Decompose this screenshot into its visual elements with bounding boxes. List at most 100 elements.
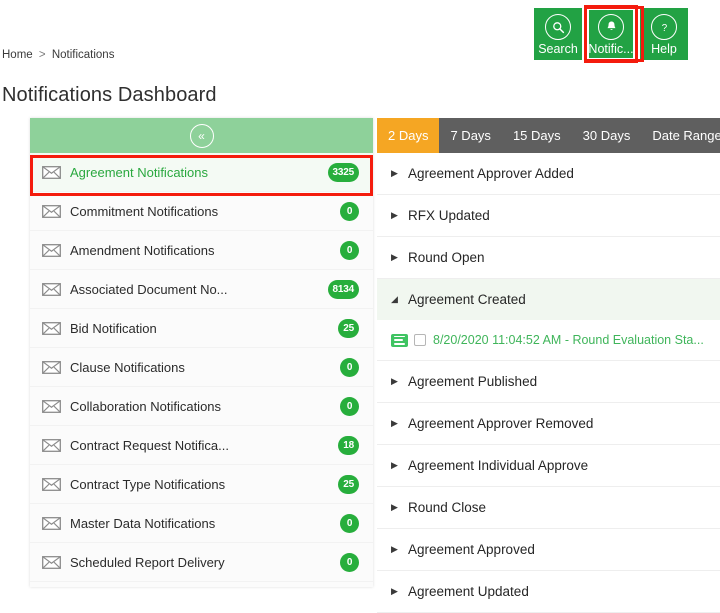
accordion-label: Agreement Published: [408, 374, 537, 389]
caret-right-icon: ▶: [391, 377, 401, 386]
sidebar-item-badge: 18: [338, 436, 359, 455]
envelope-icon: [42, 478, 61, 491]
caret-right-icon: ▶: [391, 545, 401, 554]
toolbar-button-search[interactable]: Search: [534, 8, 582, 60]
notification-events-panel: 2 Days7 Days15 Days30 DaysDate Range ▶Ag…: [377, 118, 720, 587]
toolbar-button-label: Notific...: [588, 42, 633, 56]
accordion-item: ▶ Agreement Individual Approve: [377, 445, 720, 487]
notification-row[interactable]: 8/20/2020 11:04:52 AM - Round Evaluation…: [377, 320, 720, 360]
accordion-item: ▶Agreement Approver Added: [377, 153, 720, 195]
accordion-label: Round Open: [408, 250, 485, 265]
sidebar-item-badge: 0: [340, 358, 359, 377]
sidebar-item[interactable]: Agreement Notifications3325: [30, 153, 373, 192]
accordion-header[interactable]: ▶ Agreement Approved: [377, 529, 720, 570]
tab-date-range[interactable]: Date Range: [641, 118, 720, 153]
sidebar-item[interactable]: Scheduled Report Delivery0: [30, 543, 373, 582]
sidebar-item[interactable]: Contract Request Notifica...18: [30, 426, 373, 465]
envelope-icon: [42, 517, 61, 530]
toolbar-button-notific[interactable]: Notific...: [587, 8, 635, 60]
sidebar-item[interactable]: Master Data Notifications0: [30, 504, 373, 543]
toolbar-button-help[interactable]: ?Help: [640, 8, 688, 60]
envelope-icon: [42, 439, 61, 452]
caret-right-icon: ▶: [391, 253, 401, 262]
sidebar-item-list: Agreement Notifications3325Commitment No…: [30, 153, 373, 582]
sidebar-item[interactable]: Amendment Notifications0: [30, 231, 373, 270]
event-accordion-list: ▶Agreement Approver Added▶RFX Updated▶Ro…: [377, 153, 720, 613]
sidebar-item[interactable]: Associated Document No...8134: [30, 270, 373, 309]
accordion-item: ▶ Agreement Published: [377, 361, 720, 403]
accordion-label: Round Close: [408, 500, 486, 515]
sidebar-item[interactable]: Collaboration Notifications0: [30, 387, 373, 426]
bell-icon: [598, 14, 624, 40]
accordion-item: ◢ Agreement Created 8/20/2020 11:04:52 AM …: [377, 279, 720, 361]
notification-categories-sidebar: « Agreement Notifications3325Commitment …: [30, 118, 373, 587]
sidebar-item-label: Commitment Notifications: [70, 204, 340, 219]
sidebar-item-label: Contract Request Notifica...: [70, 438, 338, 453]
accordion-label: Agreement Approver Removed: [408, 416, 593, 431]
notification-row-checkbox[interactable]: [414, 334, 426, 346]
accordion-label: RFX Updated: [408, 208, 490, 223]
accordion-header[interactable]: ▶Agreement Approver Added: [377, 153, 720, 194]
sidebar-item-badge: 8134: [328, 280, 359, 299]
tab-2-days[interactable]: 2 Days: [377, 118, 439, 153]
sidebar-item[interactable]: Commitment Notifications0: [30, 192, 373, 231]
notification-row-text: 8/20/2020 11:04:52 AM - Round Evaluation…: [433, 333, 704, 347]
sidebar-item-badge: 25: [338, 319, 359, 338]
accordion-label: Agreement Created: [408, 292, 526, 307]
toolbar-button-label: Help: [651, 42, 677, 56]
accordion-header[interactable]: ▶ Round Open: [377, 237, 720, 278]
caret-right-icon: ▶: [391, 169, 401, 178]
envelope-icon: [42, 400, 61, 413]
tab-7-days[interactable]: 7 Days: [439, 118, 501, 153]
sidebar-item-badge: 25: [338, 475, 359, 494]
envelope-icon: [42, 322, 61, 335]
search-icon: [545, 14, 571, 40]
accordion-label: Agreement Updated: [408, 584, 529, 599]
accordion-header[interactable]: ◢ Agreement Created: [377, 279, 720, 320]
sidebar-item-badge: 0: [340, 553, 359, 572]
accordion-item: ▶Round Close: [377, 487, 720, 529]
accordion-label: Agreement Individual Approve: [408, 458, 588, 473]
list-lines-icon: [391, 334, 408, 347]
tab-15-days[interactable]: 15 Days: [502, 118, 572, 153]
accordion-header[interactable]: ▶Agreement Updated: [377, 571, 720, 612]
accordion-label: Agreement Approved: [408, 542, 535, 557]
caret-right-icon: ▶: [391, 461, 401, 470]
dashboard-content: « Agreement Notifications3325Commitment …: [0, 118, 720, 587]
breadcrumb-home[interactable]: Home: [2, 49, 33, 61]
breadcrumb-current[interactable]: Notifications: [52, 49, 115, 61]
caret-right-icon: ▶: [391, 211, 401, 220]
sidebar-item-label: Collaboration Notifications: [70, 399, 340, 414]
caret-down-icon: ◢: [391, 295, 401, 304]
accordion-header[interactable]: ▶ Agreement Published: [377, 361, 720, 402]
sidebar-item-label: Scheduled Report Delivery: [70, 555, 340, 570]
sidebar-item-label: Bid Notification: [70, 321, 338, 336]
collapse-sidebar-icon[interactable]: «: [190, 124, 214, 148]
sidebar-item[interactable]: Contract Type Notifications25: [30, 465, 373, 504]
sidebar-item-badge: 0: [340, 202, 359, 221]
sidebar-item-label: Contract Type Notifications: [70, 477, 338, 492]
sidebar-item[interactable]: Bid Notification25: [30, 309, 373, 348]
accordion-item: ▶ Round Open: [377, 237, 720, 279]
caret-right-icon: ▶: [391, 419, 401, 428]
sidebar-item-label: Clause Notifications: [70, 360, 340, 375]
toolbar-button-group: Search Notific... ?Help: [534, 8, 688, 60]
accordion-header[interactable]: ▶ RFX Updated: [377, 195, 720, 236]
accordion-header[interactable]: ▶ Agreement Approver Removed: [377, 403, 720, 444]
tab-30-days[interactable]: 30 Days: [572, 118, 642, 153]
breadcrumb-separator: >: [39, 49, 46, 61]
envelope-icon: [42, 361, 61, 374]
date-range-tabs: 2 Days7 Days15 Days30 DaysDate Range: [377, 118, 720, 153]
accordion-item: ▶Agreement Updated: [377, 571, 720, 613]
accordion-header[interactable]: ▶ Agreement Individual Approve: [377, 445, 720, 486]
accordion-item: ▶ RFX Updated: [377, 195, 720, 237]
accordion-item: ▶ Agreement Approved: [377, 529, 720, 571]
envelope-icon: [42, 244, 61, 257]
sidebar-item-badge: 0: [340, 397, 359, 416]
sidebar-item-badge: 3325: [328, 163, 359, 182]
sidebar-header: «: [30, 118, 373, 153]
accordion-header[interactable]: ▶Round Close: [377, 487, 720, 528]
sidebar-item-badge: 0: [340, 514, 359, 533]
envelope-icon: [42, 556, 61, 569]
sidebar-item[interactable]: Clause Notifications0: [30, 348, 373, 387]
